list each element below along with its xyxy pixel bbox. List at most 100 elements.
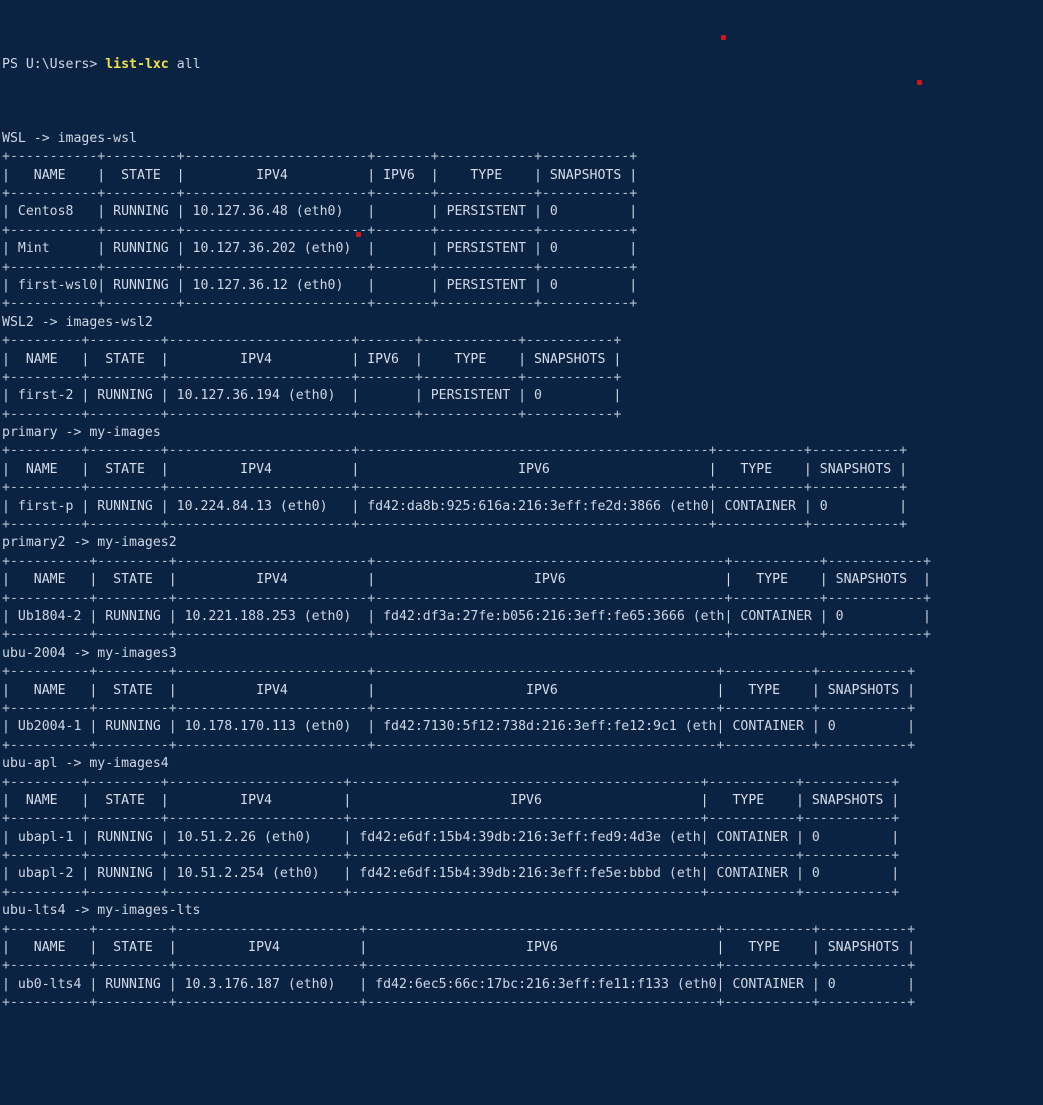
table-header-0: | NAME | STATE | IPV4 | IPV6 | TYPE | SN… [2, 167, 1043, 185]
table-rule-6-0: +----------+---------+------------------… [2, 994, 1043, 1012]
table-rule-4-0: +----------+---------+------------------… [2, 737, 1043, 755]
table-rule-top-2: +---------+---------+-------------------… [2, 442, 1043, 460]
table-rule-top-5-text: +---------+---------+-------------------… [2, 774, 900, 790]
remote-title-0: WSL -> images-wsl [2, 130, 1043, 148]
table-rule-header-1-text: +---------+---------+-------------------… [2, 369, 622, 385]
table-header-4-text: | NAME | STATE | IPV4 | IPV6 | TYPE | SN… [2, 682, 916, 698]
table-rule-header-3: +----------+---------+------------------… [2, 590, 1043, 608]
table-rule-2-0-text: +---------+---------+-------------------… [2, 517, 908, 533]
command-output: WSL -> images-wsl +-----------+---------+… [2, 130, 1043, 1013]
table-header-2: | NAME | STATE | IPV4 | IPV6 | TYPE | SN… [2, 461, 1043, 479]
table-header-6-text: | NAME | STATE | IPV4 | IPV6 | TYPE | SN… [2, 940, 916, 956]
table-row-5-1-text: | ubapl-2 | RUNNING | 10.51.2.254 (eth0)… [2, 866, 900, 882]
table-rule-1-0: +---------+---------+-------------------… [2, 406, 1043, 424]
table-row-6-0: | ub0-lts4 | RUNNING | 10.3.176.187 (eth… [2, 976, 1043, 994]
table-rule-header-1: +---------+---------+-------------------… [2, 369, 1043, 387]
table-row-2-0-text: | first-p | RUNNING | 10.224.84.13 (eth0… [2, 498, 908, 514]
table-row-5-1: | ubapl-2 | RUNNING | 10.51.2.254 (eth0)… [2, 865, 1043, 883]
table-header-2-text: | NAME | STATE | IPV4 | IPV6 | TYPE | SN… [2, 461, 908, 477]
table-rule-header-5: +---------+---------+-------------------… [2, 810, 1043, 828]
table-row-5-0: | ubapl-1 | RUNNING | 10.51.2.26 (eth0) … [2, 829, 1043, 847]
prompt-line: PS U:\Users> list-lxc all [2, 56, 1043, 74]
table-row-0-2-text: | first-wsl0| RUNNING | 10.127.36.12 (et… [2, 277, 638, 293]
table-rule-top-2-text: +---------+---------+-------------------… [2, 443, 908, 459]
remote-title-5-text: ubu-apl -> my-images4 [2, 756, 169, 772]
remote-title-4: ubu-2004 -> my-images3 [2, 645, 1043, 663]
remote-title-3-text: primary2 -> my-images2 [2, 535, 177, 551]
table-rule-top-3: +----------+---------+------------------… [2, 553, 1043, 571]
table-rule-2-0: +---------+---------+-------------------… [2, 516, 1043, 534]
table-row-4-0: | Ub2004-1 | RUNNING | 10.178.170.113 (e… [2, 718, 1043, 736]
table-rule-5-1: +---------+---------+-------------------… [2, 884, 1043, 902]
table-rule-top-4-text: +----------+---------+------------------… [2, 664, 916, 680]
remote-title-5: ubu-apl -> my-images4 [2, 755, 1043, 773]
table-rule-top-1: +---------+---------+-------------------… [2, 332, 1043, 350]
table-header-1-text: | NAME | STATE | IPV4 | IPV6 | TYPE | SN… [2, 351, 622, 367]
table-header-4: | NAME | STATE | IPV4 | IPV6 | TYPE | SN… [2, 682, 1043, 700]
table-row-6-0-text: | ub0-lts4 | RUNNING | 10.3.176.187 (eth… [2, 976, 916, 992]
table-rule-0-1-text: +-----------+---------+-----------------… [2, 259, 638, 275]
table-header-3-text: | NAME | STATE | IPV4 | IPV6 | TYPE | SN… [2, 572, 931, 588]
table-rule-header-6-text: +----------+---------+------------------… [2, 958, 916, 974]
remote-title-2-text: primary -> my-images [2, 425, 161, 441]
table-rule-header-3-text: +----------+---------+------------------… [2, 590, 931, 606]
table-rule-header-5-text: +---------+---------+-------------------… [2, 811, 900, 827]
table-rule-3-0: +----------+---------+------------------… [2, 626, 1043, 644]
table-header-6: | NAME | STATE | IPV4 | IPV6 | TYPE | SN… [2, 939, 1043, 957]
table-rule-top-3-text: +----------+---------+------------------… [2, 553, 931, 569]
prompt-prefix: PS U:\Users> [2, 57, 106, 73]
table-row-0-2: | first-wsl0| RUNNING | 10.127.36.12 (et… [2, 277, 1043, 295]
remote-title-0-text: WSL -> images-wsl [2, 130, 137, 146]
table-rule-5-1-text: +---------+---------+-------------------… [2, 884, 900, 900]
table-rule-5-0: +---------+---------+-------------------… [2, 847, 1043, 865]
table-rule-top-0: +-----------+---------+-----------------… [2, 148, 1043, 166]
table-row-4-0-text: | Ub2004-1 | RUNNING | 10.178.170.113 (e… [2, 719, 916, 735]
table-row-3-0: | Ub1804-2 | RUNNING | 10.221.188.253 (e… [2, 608, 1043, 626]
remote-title-3: primary2 -> my-images2 [2, 534, 1043, 552]
table-rule-0-1: +-----------+---------+-----------------… [2, 259, 1043, 277]
table-rule-top-1-text: +---------+---------+-------------------… [2, 333, 622, 349]
marker-dot-2 [917, 80, 922, 85]
table-rule-header-6: +----------+---------+------------------… [2, 957, 1043, 975]
remote-title-6: ubu-lts4 -> my-images-lts [2, 902, 1043, 920]
table-rule-top-4: +----------+---------+------------------… [2, 663, 1043, 681]
table-row-5-0-text: | ubapl-1 | RUNNING | 10.51.2.26 (eth0) … [2, 829, 900, 845]
table-row-3-0-text: | Ub1804-2 | RUNNING | 10.221.188.253 (e… [2, 608, 931, 624]
table-rule-0-0-text: +-----------+---------+-----------------… [2, 222, 638, 238]
table-rule-top-6: +----------+---------+------------------… [2, 921, 1043, 939]
marker-dot-1 [721, 35, 726, 40]
table-header-1: | NAME | STATE | IPV4 | IPV6 | TYPE | SN… [2, 351, 1043, 369]
table-rule-header-4: +----------+---------+------------------… [2, 700, 1043, 718]
remote-title-6-text: ubu-lts4 -> my-images-lts [2, 903, 201, 919]
table-row-1-0: | first-2 | RUNNING | 10.127.36.194 (eth… [2, 387, 1043, 405]
table-header-3: | NAME | STATE | IPV4 | IPV6 | TYPE | SN… [2, 571, 1043, 589]
table-rule-top-6-text: +----------+---------+------------------… [2, 921, 916, 937]
table-row-0-0-text: | Centos8 | RUNNING | 10.127.36.48 (eth0… [2, 204, 638, 220]
table-header-5-text: | NAME | STATE | IPV4 | IPV6 | TYPE | SN… [2, 792, 900, 808]
table-rule-header-4-text: +----------+---------+------------------… [2, 700, 916, 716]
table-header-0-text: | NAME | STATE | IPV4 | IPV6 | TYPE | SN… [2, 167, 638, 183]
table-row-0-1-text: | Mint | RUNNING | 10.127.36.202 (eth0) … [2, 241, 638, 257]
remote-title-4-text: ubu-2004 -> my-images3 [2, 645, 177, 661]
terminal-screen[interactable]: PS U:\Users> list-lxc all WSL -> images-… [0, 0, 1043, 1010]
table-rule-3-0-text: +----------+---------+------------------… [2, 627, 931, 643]
table-row-0-1: | Mint | RUNNING | 10.127.36.202 (eth0) … [2, 240, 1043, 258]
remote-title-1: WSL2 -> images-wsl2 [2, 314, 1043, 332]
table-rule-0-0: +-----------+---------+-----------------… [2, 222, 1043, 240]
table-rule-header-2-text: +---------+---------+-------------------… [2, 480, 908, 496]
table-row-1-0-text: | first-2 | RUNNING | 10.127.36.194 (eth… [2, 388, 622, 404]
table-rule-0-2: +-----------+---------+-----------------… [2, 295, 1043, 313]
table-rule-header-2: +---------+---------+-------------------… [2, 479, 1043, 497]
table-rule-6-0-text: +----------+---------+------------------… [2, 995, 916, 1011]
table-rule-top-0-text: +-----------+---------+-----------------… [2, 149, 638, 165]
prompt-command: list-lxc [105, 57, 169, 73]
table-rule-0-2-text: +-----------+---------+-----------------… [2, 296, 638, 312]
table-rule-1-0-text: +---------+---------+-------------------… [2, 406, 622, 422]
table-rule-5-0-text: +---------+---------+-------------------… [2, 848, 900, 864]
table-row-0-0: | Centos8 | RUNNING | 10.127.36.48 (eth0… [2, 203, 1043, 221]
remote-title-2: primary -> my-images [2, 424, 1043, 442]
remote-title-1-text: WSL2 -> images-wsl2 [2, 314, 153, 330]
table-header-5: | NAME | STATE | IPV4 | IPV6 | TYPE | SN… [2, 792, 1043, 810]
table-rule-header-0-text: +-----------+---------+-----------------… [2, 186, 638, 201]
table-row-2-0: | first-p | RUNNING | 10.224.84.13 (eth0… [2, 498, 1043, 516]
